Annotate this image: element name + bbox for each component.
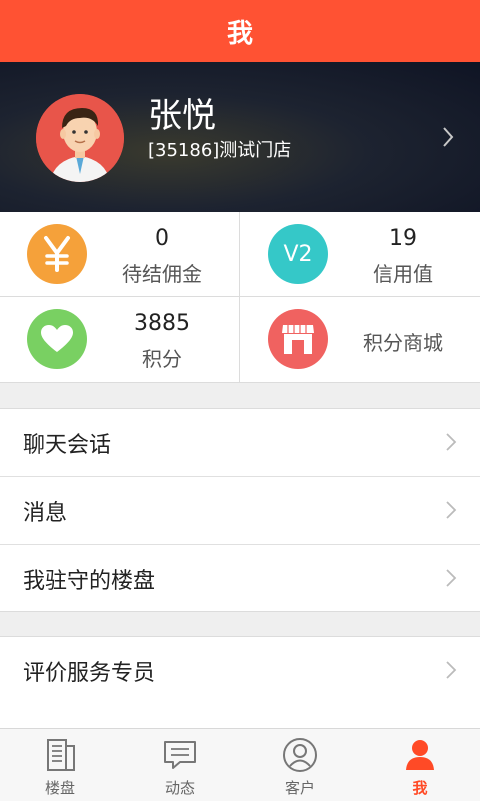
- chevron-right-icon: [446, 501, 457, 519]
- points-mall-label: 积分商城: [363, 331, 443, 355]
- commission-value: 0: [155, 226, 169, 251]
- menu-item-my-properties[interactable]: 我驻守的楼盘: [0, 545, 480, 612]
- avatar[interactable]: [36, 94, 124, 182]
- tab-properties[interactable]: 楼盘: [0, 729, 120, 801]
- chevron-right-icon: [446, 433, 457, 451]
- bottom-tab-bar: 楼盘 动态 客户 我: [0, 728, 480, 801]
- page-title: 我: [226, 18, 253, 49]
- grid-divider: [239, 212, 240, 382]
- points-cell[interactable]: 3885 积分: [0, 297, 239, 381]
- heart-icon: [27, 309, 87, 369]
- credit-label: 信用值: [373, 262, 433, 286]
- chevron-right-icon: [443, 127, 454, 147]
- menu-item-chat[interactable]: 聊天会话: [0, 409, 480, 477]
- chat-bubble-icon: [164, 741, 196, 769]
- commission-cell[interactable]: 0 待结佣金: [0, 212, 239, 296]
- commission-label: 待结佣金: [122, 262, 202, 286]
- menu-item-label: 消息: [23, 500, 68, 526]
- top-bar: 我: [0, 0, 480, 62]
- tab-label: 我: [412, 779, 428, 797]
- menu-group: 评价服务专员: [0, 636, 480, 730]
- credit-value: 19: [389, 226, 417, 251]
- menu-item-messages[interactable]: 消息: [0, 477, 480, 545]
- credit-cell[interactable]: V2 19 信用值: [241, 212, 480, 296]
- points-label: 积分: [142, 347, 182, 371]
- person-icon: [406, 740, 434, 770]
- yen-icon: [27, 224, 87, 284]
- tab-customers[interactable]: 客户: [240, 729, 360, 801]
- menu-item-label: 评价服务专员: [23, 660, 156, 686]
- points-value: 3885: [134, 311, 190, 336]
- chevron-right-icon: [446, 661, 457, 679]
- tab-label: 客户: [284, 779, 315, 797]
- stats-grid: 0 待结佣金 V2 19 信用值 3885 积分 积分商城: [0, 212, 480, 383]
- points-mall-cell[interactable]: 积分商城: [241, 297, 480, 381]
- customer-icon: [283, 738, 317, 772]
- store-name: [35186]测试门店: [148, 140, 292, 161]
- menu-item-label: 聊天会话: [23, 432, 112, 458]
- building-list-icon: [47, 739, 75, 771]
- menu-item-rate-service[interactable]: 评价服务专员: [0, 637, 480, 704]
- tab-updates[interactable]: 动态: [120, 729, 240, 801]
- user-name: 张悦: [148, 96, 216, 136]
- menu-group: 聊天会话 消息 我驻守的楼盘: [0, 408, 480, 612]
- level-badge-icon: V2: [268, 224, 328, 284]
- tab-me[interactable]: 我: [360, 729, 480, 801]
- menu-item-label: 我驻守的楼盘: [23, 568, 156, 594]
- tab-label: 楼盘: [44, 779, 75, 797]
- profile-header[interactable]: 张悦 [35186]测试门店: [0, 62, 480, 212]
- store-icon: [268, 309, 328, 369]
- level-badge-text: V2: [283, 241, 313, 267]
- tab-label: 动态: [164, 779, 195, 797]
- chevron-right-icon: [446, 569, 457, 587]
